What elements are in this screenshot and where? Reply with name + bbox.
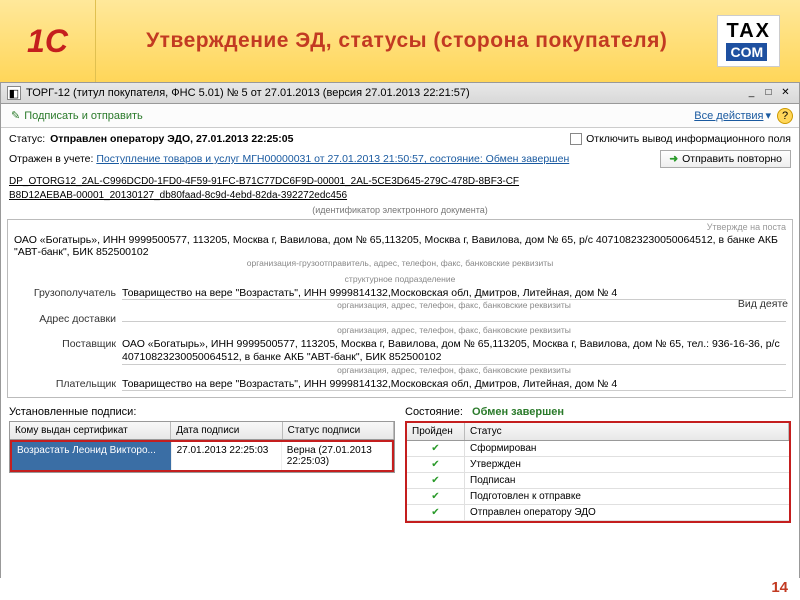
app-window: ◧ ТОРГ-12 (титул покупателя, ФНС 5.01) №… [0,82,800,578]
state-title: Состояние: [405,406,463,418]
dropdown-icon[interactable]: ▾ [765,109,771,122]
check-icon: ✔ [407,457,465,472]
sign-send-label: Подписать и отправить [24,110,143,122]
slide-number: 14 [771,579,788,596]
window-title: ТОРГ-12 (титул покупателя, ФНС 5.01) № 5… [26,87,742,99]
status-row: Статус: Отправлен оператору ЭДО, 27.01.2… [1,128,799,150]
supplier-sub: организация, адрес, телефон, факс, банко… [122,365,786,375]
minimize-button[interactable]: _ [744,87,759,100]
maximize-button[interactable]: □ [761,87,776,100]
state-col-status[interactable]: Статус [465,423,789,440]
sig-cert-cell: Возрастать Леонид Викторо... [12,442,172,470]
docid-line2: B8D12AEBAB-00001_20130127_db80faad-8c9d-… [9,189,791,203]
approval-note: Утвержде на поста [707,222,786,232]
help-button[interactable]: ? [777,108,793,124]
window-titlebar: ◧ ТОРГ-12 (титул покупателя, ФНС 5.01) №… [1,83,799,104]
org-info: ОАО «Богатырь», ИНН 9999500577, 113205, … [14,234,786,258]
taxcom-top: TAX [726,20,771,43]
disable-info-label: Отключить вывод информационного поля [586,133,791,145]
document-panel: Утвержде на поста ОАО «Богатырь», ИНН 99… [7,219,793,398]
resend-button[interactable]: ➜ Отправить повторно [660,150,791,168]
state-status: Подготовлен к отправке [465,489,789,504]
slide-header: 1С Утверждение ЭД, статусы (сторона поку… [0,0,800,82]
sig-date-cell: 27.01.2013 22:25:03 [172,442,282,470]
consignee-sub: организация, адрес, телефон, факс, банко… [122,300,786,310]
supplier-row: Поставщик ОАО «Богатырь», ИНН 9999500577… [14,338,786,365]
state-status: Утвержден [465,457,789,472]
reflected-label: Отражен в учете: [9,153,93,165]
taxcom-bottom: COM [726,43,767,61]
sig-col-cert[interactable]: Кому выдан сертификат [10,422,171,439]
struct-sub: структурное подразделение [14,274,786,284]
vid-label: Вид деяте [738,298,788,310]
state-row[interactable]: ✔Утвержден [407,457,789,473]
slide-title: Утверждение ЭД, статусы (сторона покупат… [96,28,717,54]
state-value: Обмен завершен [472,406,564,418]
org-sub: организация-грузоотправитель, адрес, тел… [14,258,786,268]
delivery-value [122,321,786,322]
payer-value: Товарищество на вере "Возрастать", ИНН 9… [122,378,786,391]
logo-1c: 1С [0,0,96,82]
toolbar: ✎ Подписать и отправить Все действия ▾ ? [1,104,799,128]
state-table: Пройден Статус ✔Сформирован ✔Утвержден ✔… [405,421,791,523]
logo-taxcom: TAX COM [717,15,780,67]
sign-send-button[interactable]: ✎ Подписать и отправить [7,107,147,124]
consignee-label: Грузополучатель [14,287,116,299]
signatures-title: Установленные подписи: [9,406,395,418]
delivery-row: Адрес доставки [14,313,786,325]
resend-label: Отправить повторно [682,153,782,165]
status-label: Статус: [9,133,45,145]
state-status: Подписан [465,473,789,488]
state-status: Сформирован [465,441,789,456]
signatures-table: Кому выдан сертификат Дата подписи Стату… [9,421,395,473]
payer-label: Плательщик [14,378,116,390]
pencil-icon: ✎ [11,109,20,122]
document-body: Статус: Отправлен оператору ЭДО, 27.01.2… [1,128,799,584]
doc-icon: ◧ [7,86,21,100]
state-status: Отправлен оператору ЭДО [465,505,789,520]
supplier-label: Поставщик [14,338,116,350]
all-actions-link[interactable]: Все действия [694,110,763,122]
consignee-row: Грузополучатель Товарищество на вере "Во… [14,287,786,300]
check-icon: ✔ [407,441,465,456]
delivery-label: Адрес доставки [14,313,116,325]
check-icon: ✔ [407,489,465,504]
status-value: Отправлен оператору ЭДО, 27.01.2013 22:2… [50,133,293,145]
state-col-passed[interactable]: Пройден [407,423,465,440]
document-id: DP_OTORG12_2AL-C996DCD0-1FD0-4F59-91FC-B… [1,173,799,204]
payer-row: Плательщик Товарищество на вере "Возраст… [14,378,786,391]
arrow-right-icon: ➜ [669,153,678,165]
logo-1c-text: 1С [27,23,68,60]
sig-col-date[interactable]: Дата подписи [171,422,282,439]
state-row[interactable]: ✔Отправлен оператору ЭДО [407,505,789,521]
signature-row[interactable]: Возрастать Леонид Викторо... 27.01.2013 … [10,440,394,472]
disable-info-checkbox[interactable] [570,133,582,145]
check-icon: ✔ [407,473,465,488]
consignee-value: Товарищество на вере "Возрастать", ИНН 9… [122,287,786,300]
state-title-row: Состояние: Обмен завершен [405,406,791,418]
state-row[interactable]: ✔Сформирован [407,441,789,457]
delivery-sub: организация, адрес, телефон, факс, банко… [122,325,786,335]
close-button[interactable]: ✕ [778,87,793,100]
check-icon: ✔ [407,505,465,520]
reflected-link[interactable]: Поступление товаров и услуг МГН00000031 … [96,153,569,165]
state-row[interactable]: ✔Подготовлен к отправке [407,489,789,505]
docid-line1: DP_OTORG12_2AL-C996DCD0-1FD0-4F59-91FC-B… [9,175,791,189]
reflected-row: Отражен в учете: Поступление товаров и у… [9,153,569,165]
signatures-section: Установленные подписи: Кому выдан сертиф… [1,400,799,529]
sig-col-status[interactable]: Статус подписи [283,422,394,439]
state-row[interactable]: ✔Подписан [407,473,789,489]
supplier-value: ОАО «Богатырь», ИНН 9999500577, 113205, … [122,338,786,365]
sig-status-cell: Верна (27.01.2013 22:25:03) [282,442,392,470]
docid-caption: (идентификатор электронного документа) [1,205,799,215]
